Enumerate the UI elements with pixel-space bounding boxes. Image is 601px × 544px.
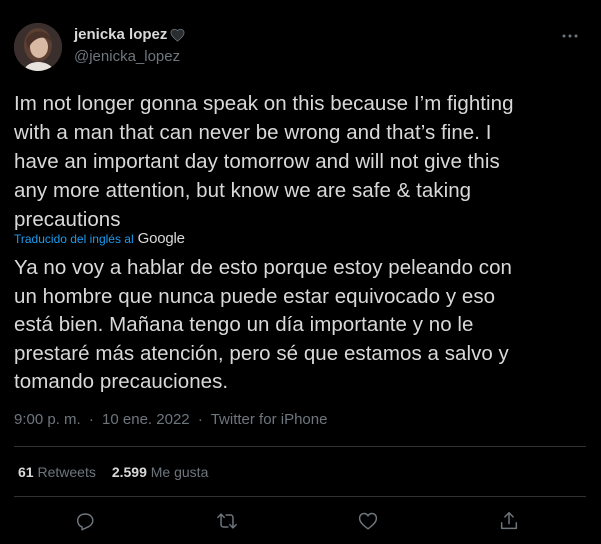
tweet-card: jenicka lopez @jenicka_lopez Im not long… <box>0 0 601 544</box>
likes-label: Me gusta <box>150 464 209 480</box>
translation-attribution: Traducido del inglés al Google <box>14 230 185 247</box>
avatar[interactable] <box>14 23 62 71</box>
retweet-icon[interactable] <box>216 510 240 534</box>
share-icon[interactable] <box>498 510 522 534</box>
name-row: jenicka lopez <box>74 26 185 43</box>
more-icon[interactable] <box>559 26 581 46</box>
meta-separator: · <box>88 411 94 428</box>
divider-top <box>14 446 586 447</box>
retweets-count: 61 <box>18 464 34 480</box>
tweet-text: Im not longer gonna speak on this becaus… <box>14 92 514 231</box>
user-handle[interactable]: @jenicka_lopez <box>74 48 180 65</box>
retweets-stat[interactable]: 61 Retweets <box>18 464 96 480</box>
divider-bottom <box>14 496 586 497</box>
reply-icon[interactable] <box>74 510 98 534</box>
tweet-stats: 61 Retweets 2.599 Me gusta <box>18 464 224 480</box>
tweet-meta: 9:00 p. m. · 10 ene. 2022 · Twitter for … <box>14 411 327 428</box>
google-logo: Google <box>137 230 185 247</box>
translated-text: Ya no voy a hablar de esto porque estoy … <box>14 256 512 393</box>
meta-separator-2: · <box>197 411 203 428</box>
retweets-label: Retweets <box>37 464 96 480</box>
translation-label[interactable]: Traducido del inglés al <box>14 232 134 246</box>
tweet-date[interactable]: 10 ene. 2022 <box>102 411 190 428</box>
action-bar <box>0 510 601 538</box>
tweet-source[interactable]: Twitter for iPhone <box>211 411 328 428</box>
likes-stat[interactable]: 2.599 Me gusta <box>112 464 209 480</box>
black-heart-icon <box>170 28 185 42</box>
like-icon[interactable] <box>357 510 381 534</box>
tweet-time[interactable]: 9:00 p. m. <box>14 411 81 428</box>
display-name[interactable]: jenicka lopez <box>74 26 167 43</box>
likes-count: 2.599 <box>111 464 147 480</box>
avatar-image <box>14 23 62 71</box>
